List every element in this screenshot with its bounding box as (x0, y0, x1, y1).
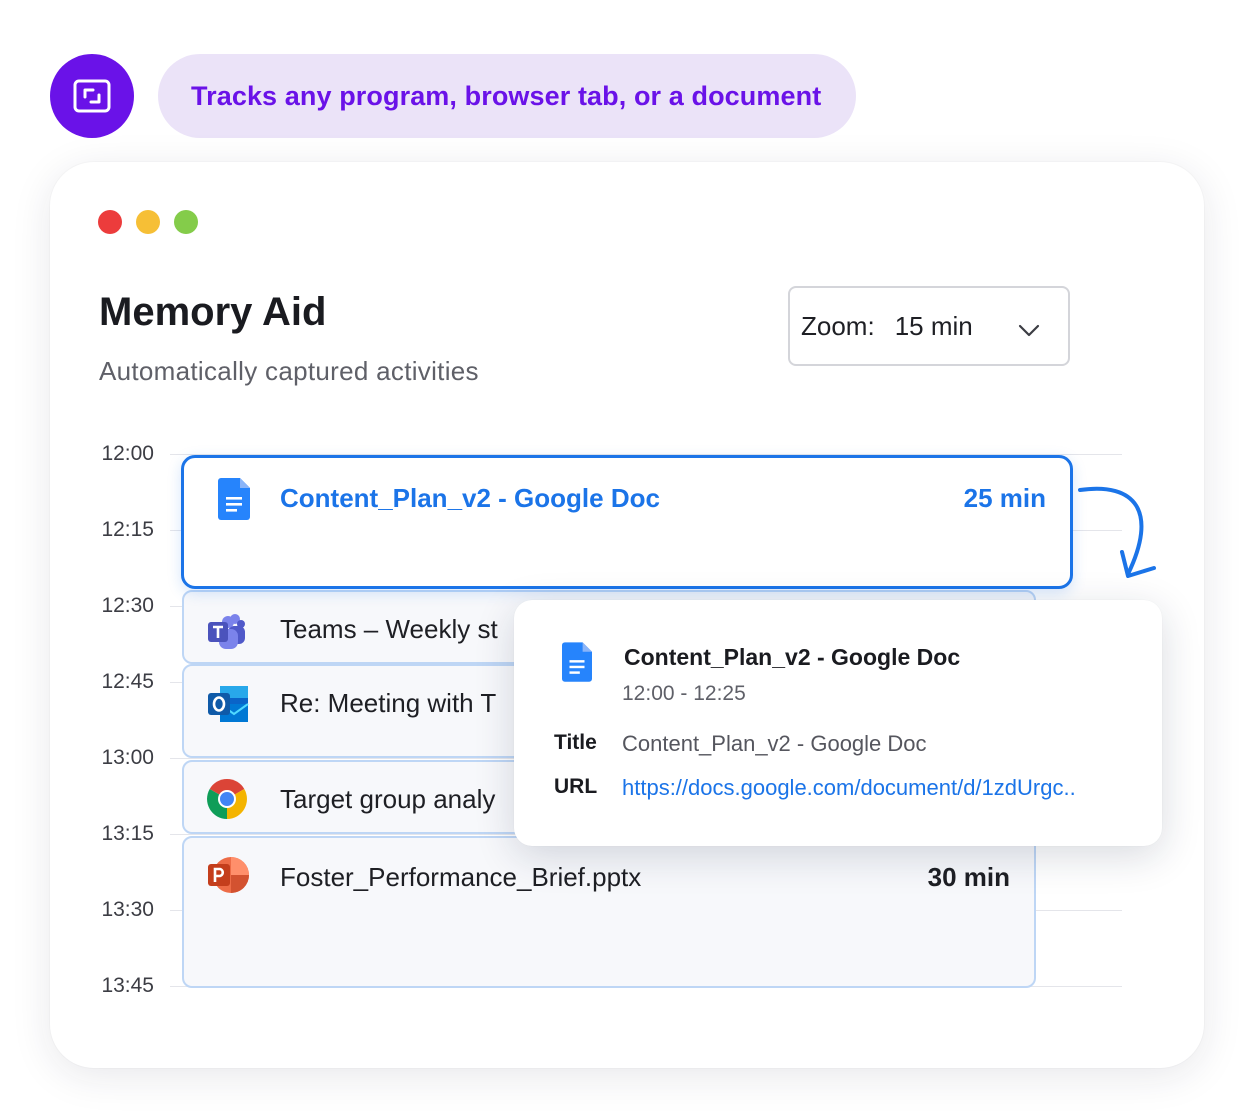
time-label: 13:30 (101, 898, 154, 921)
time-label: 13:45 (101, 974, 154, 997)
time-label: 12:45 (101, 670, 154, 693)
window-minimize-dot[interactable] (136, 210, 160, 234)
app-window: Memory Aid Automatically captured activi… (50, 162, 1204, 1068)
screen-focus-icon (50, 54, 134, 138)
feature-callout-text: Tracks any program, browser tab, or a do… (191, 80, 822, 111)
event-title: Re: Meeting with T (280, 688, 497, 718)
page-subtitle: Automatically captured activities (99, 356, 479, 386)
chevron-down-icon (1018, 314, 1040, 345)
powerpoint-icon (206, 854, 250, 901)
time-label: 13:15 (101, 822, 154, 845)
time-label: 12:00 (101, 442, 154, 465)
time-label: 13:00 (101, 746, 154, 769)
activity-event[interactable]: Foster_Performance_Brief.pptx 30 min (182, 836, 1036, 988)
popover-url-link[interactable]: https://docs.google.com/document/d/1zdUr… (622, 775, 1076, 801)
window-close-dot[interactable] (98, 210, 122, 234)
popover-time-range: 12:00 - 12:25 (622, 682, 746, 705)
feature-callout: Tracks any program, browser tab, or a do… (158, 54, 856, 138)
event-title: Target group analy (280, 784, 496, 814)
zoom-select[interactable]: Zoom: 15 min (788, 286, 1070, 366)
window-maximize-dot[interactable] (174, 210, 198, 234)
activity-event-selected[interactable]: Content_Plan_v2 - Google Doc 25 min (181, 455, 1073, 589)
google-docs-icon (218, 478, 250, 525)
activity-detail-popover: Content_Plan_v2 - Google Doc 12:00 - 12:… (514, 600, 1162, 846)
zoom-value: 15 min (894, 310, 973, 341)
event-duration: 30 min (927, 862, 1010, 892)
google-docs-icon (562, 642, 592, 687)
page-title: Memory Aid (99, 290, 327, 334)
popover-title: Content_Plan_v2 - Google Doc (624, 644, 961, 670)
event-title: Content_Plan_v2 - Google Doc (280, 483, 660, 513)
curved-arrow-icon (1076, 482, 1166, 587)
event-title: Teams – Weekly st (280, 614, 498, 644)
zoom-label: Zoom: (801, 310, 875, 341)
event-duration: 25 min (963, 483, 1046, 513)
time-label: 12:30 (101, 594, 154, 617)
popover-title-value: Content_Plan_v2 - Google Doc (622, 731, 927, 756)
time-label: 12:15 (101, 518, 154, 541)
popover-url-label: URL (554, 775, 598, 798)
event-title: Foster_Performance_Brief.pptx (280, 862, 642, 892)
outlook-icon (206, 684, 250, 729)
popover-title-label: Title (554, 731, 597, 754)
chrome-icon (206, 778, 248, 825)
microsoft-teams-icon (206, 610, 248, 655)
